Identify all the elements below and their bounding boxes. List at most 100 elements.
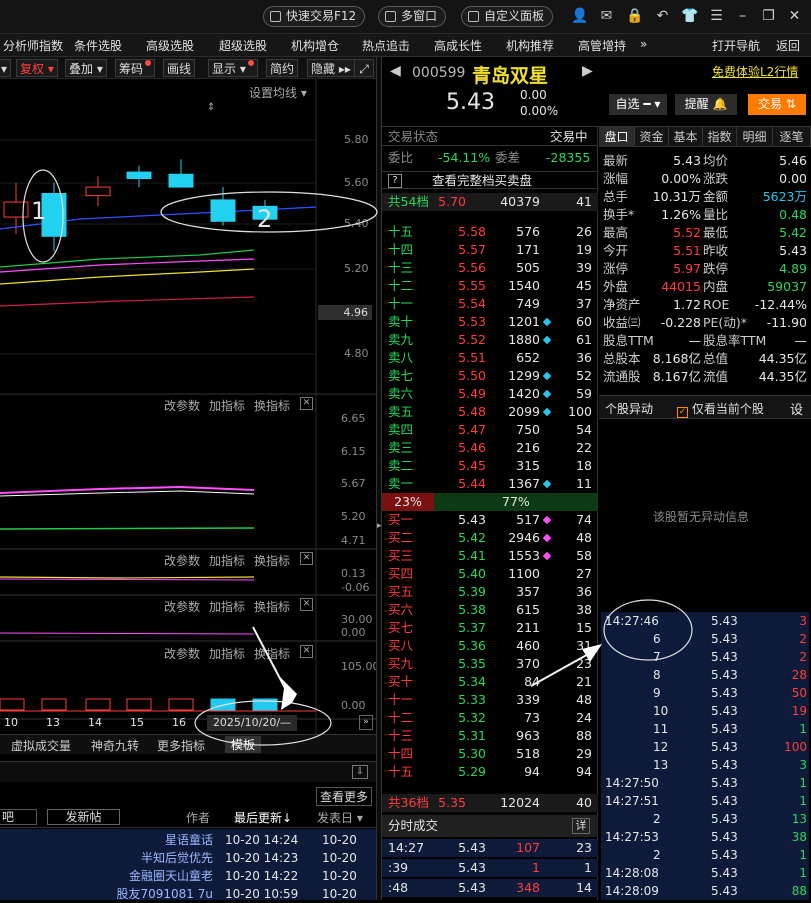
settings-button[interactable]: 设 (790, 399, 803, 418)
close-panel-icon[interactable]: ✕ (300, 397, 313, 410)
tab-virtual-volume[interactable]: 虚拟成交量 (11, 737, 71, 754)
hide-button[interactable]: 隐藏 ▸▸ (307, 59, 355, 77)
ask-level[interactable]: 十二 5.55 1540 45 (382, 277, 598, 295)
ask-level[interactable]: 十四 5.57 171 19 (382, 241, 598, 259)
ask-level[interactable]: 卖二 5.45 315 18 (382, 457, 598, 475)
ask-level[interactable]: 卖四 5.47 750 54 (382, 421, 598, 439)
tab-fund[interactable]: 资金 (635, 127, 669, 147)
switch-indicator-button[interactable]: 换指标 (254, 598, 290, 615)
add-indicator-button[interactable]: 加指标 (209, 645, 245, 662)
menu-item-hotspot[interactable]: 热点追击 (362, 37, 410, 54)
quick-trade-button[interactable]: 快速交易F12 (263, 6, 366, 27)
settings-ma-button[interactable]: 设置均线 ▾ (249, 84, 307, 101)
open-nav-button[interactable]: 打开导航 (712, 37, 760, 54)
col-last-update[interactable]: 最后更新↓ (234, 809, 292, 826)
bid-level[interactable]: 买十 5.34 84 21 (382, 673, 598, 691)
ask-level[interactable]: 卖三 5.46 216 22 (382, 439, 598, 457)
post-row[interactable]: 星语童话 10-20 14:24 10-20 (0, 831, 376, 849)
bid-level[interactable]: 买八 5.36 460 31 (382, 637, 598, 655)
only-current-checkbox[interactable]: ✓ 仅看当前个股 (677, 400, 764, 418)
ask-level[interactable]: 卖八 5.51 652 36 (382, 349, 598, 367)
menu-icon[interactable]: ☰ (708, 8, 725, 25)
menu-item-analyst[interactable]: 分析师指数 (3, 37, 63, 54)
ask-level[interactable]: 卖六 5.49 1420 59 (382, 385, 598, 403)
skin-icon[interactable]: 👕 (681, 8, 698, 25)
fuquan-button[interactable]: 复权 ▾ (16, 59, 58, 77)
ask-level[interactable]: 十五 5.58 576 26 (382, 223, 598, 241)
post-row[interactable]: 金融圈天山童老 10-20 14:22 10-20 (0, 867, 376, 885)
next-stock-icon[interactable]: ▶ (582, 63, 593, 79)
fenshi-detail-button[interactable]: 详 (572, 818, 590, 834)
collapse-arrow-icon[interactable]: ▸ (377, 521, 382, 531)
back-button[interactable]: 返回 (776, 37, 800, 54)
download-icon[interactable]: ⇩ (352, 765, 368, 779)
mail-icon[interactable]: ✉ (598, 8, 615, 25)
undo-icon[interactable]: ↶ (654, 8, 671, 25)
full-book-link[interactable]: ? 查看完整档买卖盘 (382, 171, 598, 189)
close-panel-icon[interactable]: ✕ (300, 552, 313, 565)
ask-level[interactable]: 卖十 5.53 1201 60 (382, 313, 598, 331)
switch-indicator-button[interactable]: 换指标 (254, 552, 290, 569)
col-author[interactable]: 作者 (186, 809, 210, 826)
tab-tick[interactable]: 逐笔 (773, 127, 811, 147)
bid-level[interactable]: 十一 5.33 339 48 (382, 691, 598, 709)
user-icon[interactable]: 👤 (571, 8, 588, 25)
expand-icon[interactable]: ⤢ (354, 59, 374, 77)
bid-level[interactable]: 买五 5.39 357 36 (382, 583, 598, 601)
ask-level[interactable]: 卖九 5.52 1880 61 (382, 331, 598, 349)
bid-level[interactable]: 十二 5.32 73 24 (382, 709, 598, 727)
tab-detail[interactable]: 明细 (737, 127, 773, 147)
menu-item-inst-add[interactable]: 机构增仓 (291, 37, 339, 54)
tab-index[interactable]: 指数 (703, 127, 737, 147)
edit-params-button[interactable]: 改参数 (164, 397, 200, 414)
menu-item-recommend[interactable]: 机构推荐 (506, 37, 554, 54)
restore-icon[interactable]: ❐ (760, 8, 777, 25)
bid-level[interactable]: 十五 5.29 94 94 (382, 763, 598, 781)
l2-trial-link[interactable]: 免费体验L2行情 (712, 63, 798, 80)
overlay-button[interactable]: 叠加 ▾ (65, 59, 107, 77)
tab-pankou[interactable]: 盘口 (599, 127, 635, 147)
menu-item-super[interactable]: 超级选股 (219, 37, 267, 54)
edit-params-button[interactable]: 改参数 (164, 645, 200, 662)
close-icon[interactable]: ✕ (786, 8, 803, 25)
bid-level[interactable]: 十三 5.31 963 88 (382, 727, 598, 745)
ask-level[interactable]: 十三 5.56 505 39 (382, 259, 598, 277)
close-panel-icon[interactable]: ✕ (300, 598, 313, 611)
scroll-right-icon[interactable]: » (359, 715, 373, 730)
trade-button[interactable]: 交易 ⇅ (748, 94, 806, 115)
simple-button[interactable]: 简约 (266, 59, 299, 77)
switch-indicator-button[interactable]: 换指标 (254, 645, 290, 662)
menu-more[interactable]: » (640, 37, 647, 51)
dropdown-arrow[interactable]: ▾ (0, 59, 12, 77)
bid-level[interactable]: 买一 5.43 517 74 (382, 511, 598, 529)
tab-template[interactable]: 模板 (225, 736, 262, 753)
add-indicator-button[interactable]: 加指标 (209, 397, 245, 414)
bar-tag[interactable]: 吧 (0, 809, 37, 825)
post-row[interactable]: 半知后觉优先 10-20 14:23 10-20 (0, 849, 376, 867)
remind-button[interactable]: 提醒 🔔 (675, 94, 737, 115)
custom-panel-button[interactable]: 自定义面板 (461, 6, 554, 27)
bid-level[interactable]: 买三 5.41 1553 58 (382, 547, 598, 565)
post-row[interactable]: 股友7091081 7u 10-20 10:59 10-20 (0, 885, 376, 903)
bid-level[interactable]: 买二 5.42 2946 48 (382, 529, 598, 547)
bid-level[interactable]: 十四 5.30 518 29 (382, 745, 598, 763)
bid-level[interactable]: 买七 5.37 211 15 (382, 619, 598, 637)
bid-level[interactable]: 买四 5.40 1100 27 (382, 565, 598, 583)
menu-item-condition[interactable]: 条件选股 (74, 37, 122, 54)
kline-chart[interactable]: 设置均线 ▾ ⇕ 5.80 5.60 5.40 5.20 4.80 4.96 1 2 改… (0, 79, 380, 734)
view-more-button[interactable]: 查看更多 (316, 787, 373, 806)
add-indicator-button[interactable]: 加指标 (209, 598, 245, 615)
ask-level[interactable]: 卖七 5.50 1299 52 (382, 367, 598, 385)
add-indicator-button[interactable]: 加指标 (209, 552, 245, 569)
ask-level[interactable]: 卖一 5.44 1367 11 (382, 475, 598, 493)
watchlist-button[interactable]: 自选 ━ ▾ (609, 94, 667, 115)
lock-icon[interactable]: 🔒 (626, 8, 643, 25)
edit-params-button[interactable]: 改参数 (164, 598, 200, 615)
tab-magic-nine[interactable]: 神奇九转 (91, 737, 139, 754)
ask-level[interactable]: 卖五 5.48 2099 100 (382, 403, 598, 421)
chip-button[interactable]: 筹码 (115, 59, 156, 77)
new-post-button[interactable]: 发新帖 (47, 809, 120, 825)
close-panel-icon[interactable]: ✕ (300, 645, 313, 658)
minimize-icon[interactable]: – (734, 8, 751, 25)
edit-params-button[interactable]: 改参数 (164, 552, 200, 569)
